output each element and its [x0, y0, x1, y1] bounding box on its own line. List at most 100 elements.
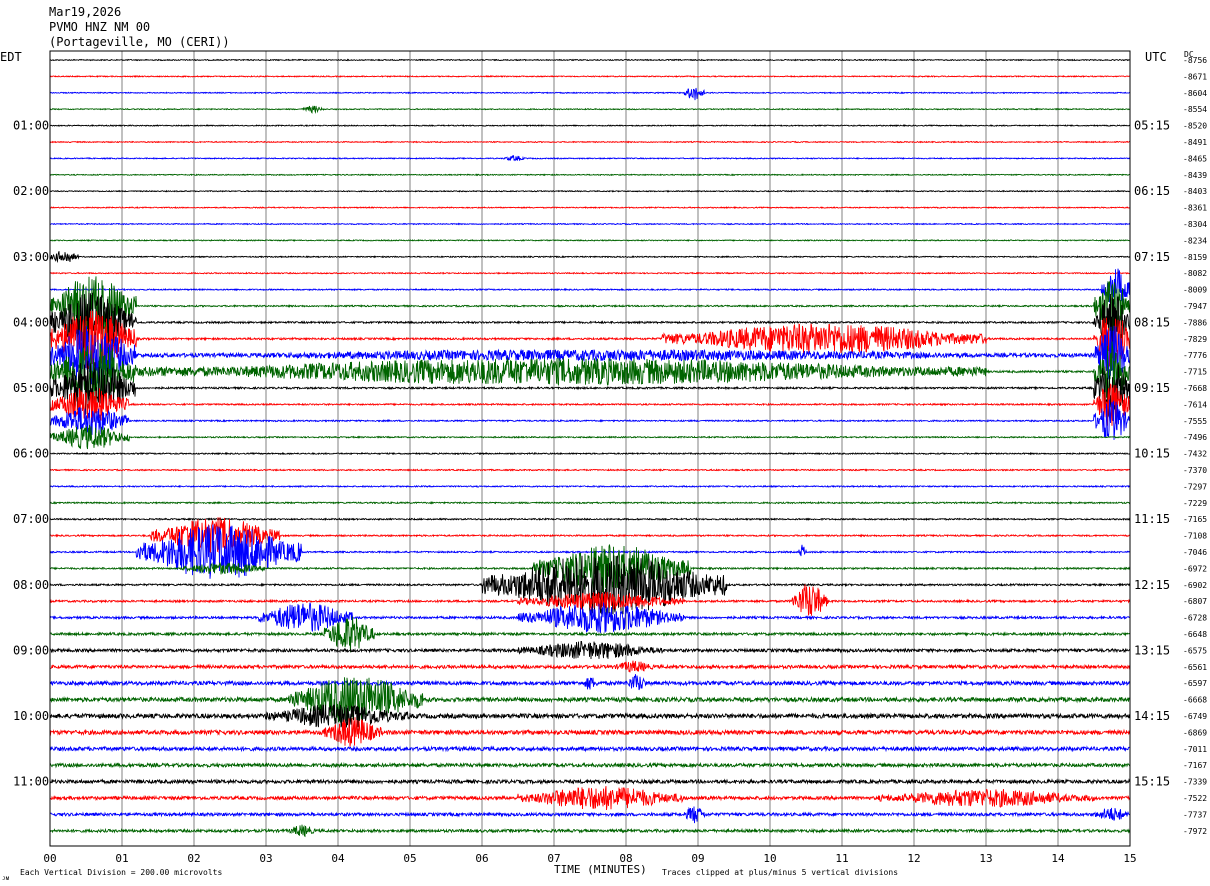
dc-offset-label: -6869 — [1183, 728, 1207, 737]
dc-offset-label: -7737 — [1183, 810, 1207, 819]
dc-offset-label: -8671 — [1183, 72, 1207, 81]
right-hour-label: 11:15 — [1134, 512, 1170, 526]
trace-line-12 — [49, 251, 1131, 264]
right-hour-label: 15:15 — [1134, 775, 1170, 789]
trace-line-25 — [50, 468, 1131, 472]
right-timezone-label: UTC — [1145, 50, 1167, 64]
left-hour-label: 07:00 — [13, 512, 49, 526]
dc-offset-label: -7972 — [1183, 827, 1207, 836]
trace-line-47 — [49, 824, 1131, 838]
dc-offset-label: -7776 — [1183, 351, 1207, 360]
dc-offset-label: -6575 — [1183, 646, 1207, 655]
dc-offset-label: -7297 — [1183, 482, 1207, 491]
dc-offset-label: -8439 — [1183, 171, 1207, 180]
x-tick-label: 11 — [835, 852, 848, 865]
dc-offset-label: -8491 — [1183, 138, 1207, 147]
dc-offset-label: -7046 — [1183, 548, 1207, 557]
trace-line-40 — [49, 703, 1131, 729]
dc-offset-label: -6561 — [1183, 663, 1207, 672]
dc-offset-label: -6807 — [1183, 597, 1207, 606]
trace-line-43 — [49, 761, 1131, 769]
dc-offset-label: -6972 — [1183, 564, 1207, 573]
trace-line-17 — [49, 310, 1131, 370]
dc-offset-label: -8756 — [1183, 56, 1207, 65]
trace-line-23 — [49, 424, 1131, 450]
dc-offset-label: -6648 — [1183, 630, 1207, 639]
x-tick-label: 06 — [475, 852, 488, 865]
trace-line-13 — [49, 271, 1131, 275]
plot-frame — [49, 50, 1131, 847]
dc-offset-label: -7555 — [1183, 417, 1207, 426]
x-tick-label: 14 — [1051, 852, 1065, 865]
trace-line-36 — [49, 641, 1131, 660]
left-timezone-label: EDT — [0, 50, 22, 64]
dc-offset-label: -7229 — [1183, 499, 1207, 508]
right-hour-label: 05:15 — [1134, 119, 1170, 133]
x-tick-label: 05 — [403, 852, 416, 865]
x-axis-title: TIME (MINUTES) — [554, 863, 647, 876]
right-hour-label: 06:15 — [1134, 184, 1170, 198]
trace-line-46 — [49, 806, 1131, 824]
trace-line-8 — [49, 189, 1131, 193]
seismic-traces — [49, 58, 1131, 838]
right-hour-label: 12:15 — [1134, 578, 1170, 592]
dc-offset-label: -8009 — [1183, 286, 1207, 295]
trace-line-4 — [50, 124, 1131, 128]
left-hour-label: 03:00 — [13, 250, 49, 264]
helicorder-plot: Mar19,2026 PVMO HNZ NM 00 (Portageville,… — [0, 5, 1207, 882]
trace-line-10 — [49, 222, 1131, 226]
trace-line-7 — [49, 173, 1130, 177]
x-tick-label: 00 — [43, 852, 56, 865]
left-hour-label: 01:00 — [13, 119, 49, 133]
x-tick-label: 02 — [187, 852, 200, 865]
dc-offset-label: -8361 — [1183, 204, 1207, 213]
left-hour-label: 11:00 — [13, 775, 49, 789]
right-hour-label: 09:15 — [1134, 381, 1170, 395]
left-hour-label: 09:00 — [13, 643, 49, 657]
header-date: Mar19,2026 — [49, 5, 121, 19]
trace-line-27 — [49, 500, 1131, 505]
dc-offset-label: -7829 — [1183, 335, 1207, 344]
header-location: (Portageville, MO (CERI)) — [49, 35, 230, 49]
dc-offset-label: -7432 — [1183, 450, 1207, 459]
clip-note: Traces clipped at plus/minus 5 vertical … — [662, 868, 898, 877]
trace-line-15 — [49, 276, 1131, 336]
trace-line-41 — [49, 717, 1131, 747]
trace-line-11 — [49, 238, 1131, 242]
x-tick-label: 04 — [331, 852, 345, 865]
dc-offset-label: -6902 — [1183, 581, 1207, 590]
dc-offset-label: -7370 — [1183, 466, 1207, 475]
corner-mark: ᴊᴍ — [2, 875, 10, 882]
dc-offset-label: -7167 — [1183, 761, 1207, 770]
left-hour-label: 02:00 — [13, 184, 49, 198]
dc-offset-label: -8234 — [1183, 236, 1207, 245]
dc-offset-label: -7339 — [1183, 778, 1207, 787]
dc-offset-label: -8604 — [1183, 89, 1207, 98]
left-hour-label: 04:00 — [13, 315, 49, 329]
dc-offset-label: -7668 — [1183, 384, 1207, 393]
dc-offset-label: -7011 — [1183, 745, 1207, 754]
dc-offset-label: -7886 — [1183, 318, 1207, 327]
dc-offset-label: -7522 — [1183, 794, 1207, 803]
dc-offset-label: -7715 — [1183, 368, 1207, 377]
header-station: PVMO HNZ NM 00 — [49, 20, 150, 34]
dc-offset-label: -8465 — [1183, 154, 1207, 163]
dc-offset-label: -8159 — [1183, 253, 1207, 262]
trace-line-44 — [49, 778, 1131, 785]
dc-offset-label: -8082 — [1183, 269, 1207, 278]
trace-line-2 — [49, 87, 1131, 101]
trace-line-42 — [49, 745, 1131, 753]
dc-offset-label: -8304 — [1183, 220, 1207, 229]
trace-line-26 — [49, 484, 1131, 489]
right-hour-label: 07:15 — [1134, 250, 1170, 264]
x-tick-label: 09 — [691, 852, 704, 865]
trace-line-3 — [49, 105, 1131, 114]
left-hour-label: 06:00 — [13, 447, 49, 461]
dc-offset-label: -6668 — [1183, 696, 1207, 705]
dc-offset-label: -8520 — [1183, 122, 1207, 131]
x-tick-label: 15 — [1123, 852, 1136, 865]
trace-line-16 — [49, 292, 1131, 354]
axis-labels: 00 01 02 03 04 05 06 07 08 09 10 11 12 13 14 1501:0002:… — [13, 56, 1207, 865]
grid-lines — [121, 51, 1059, 846]
dc-offset-label: -6728 — [1183, 614, 1207, 623]
